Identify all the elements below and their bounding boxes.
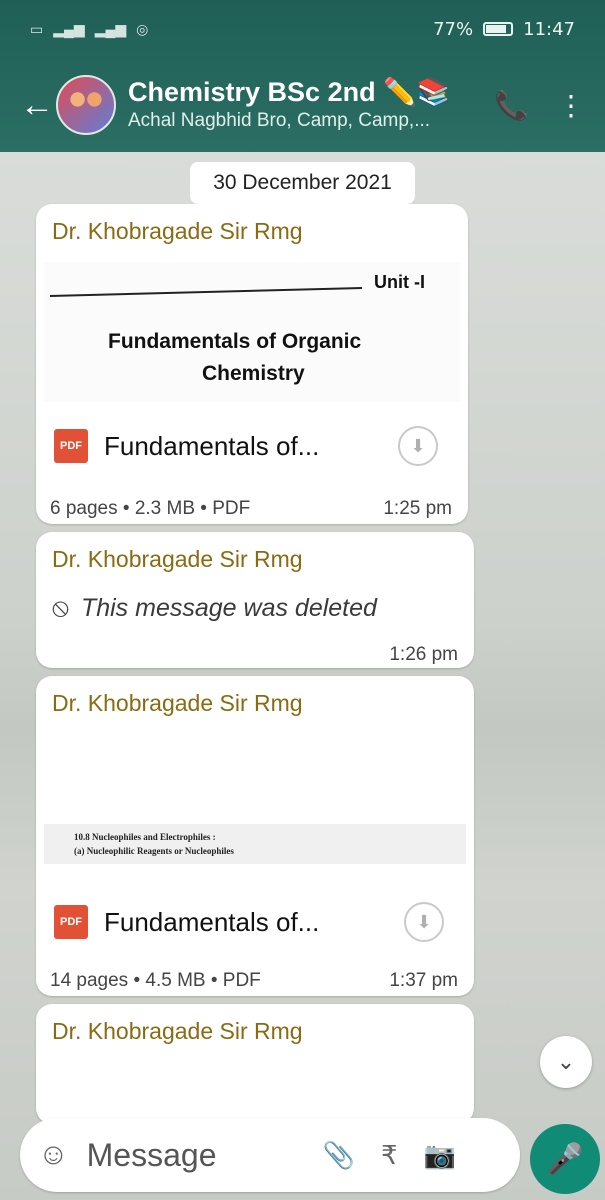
preview-line-3: Chemistry bbox=[202, 362, 305, 385]
document-row[interactable]: PDF Fundamentals of... ⬇ bbox=[54, 426, 438, 466]
more-options-icon[interactable]: ⋮ bbox=[557, 89, 585, 122]
deleted-text: This message was deleted bbox=[80, 593, 377, 622]
prohibited-icon: ⦸ bbox=[52, 592, 69, 622]
attach-icon[interactable]: 📎 bbox=[323, 1140, 355, 1171]
status-right: 77% 11:47 bbox=[433, 19, 575, 40]
message-input[interactable] bbox=[86, 1136, 297, 1174]
message-sender: Dr. Khobragade Sir Rmg bbox=[52, 218, 303, 244]
document-preview[interactable]: 10.8 Nucleophiles and Electrophiles : (a… bbox=[44, 734, 466, 874]
document-row[interactable]: PDF Fundamentals of... ⬇ bbox=[54, 902, 444, 942]
download-icon[interactable]: ⬇ bbox=[398, 426, 438, 466]
preview-page: Unit -I Fundamentals of Organic Chemistr… bbox=[49, 272, 425, 385]
chat-area[interactable]: 30 December 2021 Dr. Khobragade Sir Rmg … bbox=[0, 152, 605, 1200]
preview-line-2: Fundamentals of Organic bbox=[108, 330, 362, 353]
chat-title: Chemistry BSc 2nd ✏️📚 bbox=[128, 76, 466, 108]
volte-icon: ▭ bbox=[30, 20, 44, 37]
chat-title-text: Chemistry BSc 2nd bbox=[128, 77, 376, 107]
screen: ▭ ▂▄▆ ▂▄▆ ◎ 77% 11:47 ← Chemistry BSc 2n… bbox=[0, 0, 605, 1200]
battery-percent: 77% bbox=[433, 18, 474, 40]
download-icon[interactable]: ⬇ bbox=[404, 902, 444, 942]
message-bubble[interactable]: Dr. Khobragade Sir Rmg bbox=[36, 1004, 474, 1124]
status-bar: ▭ ▂▄▆ ▂▄▆ ◎ 77% 11:47 bbox=[0, 0, 605, 58]
message-time: 1:25 pm bbox=[383, 498, 452, 519]
document-name: Fundamentals of... bbox=[104, 906, 320, 937]
pdf-icon: PDF bbox=[54, 905, 88, 939]
preview-line-1: Unit -I bbox=[374, 272, 425, 292]
group-avatar[interactable] bbox=[56, 75, 116, 135]
camera-icon[interactable]: 📷 bbox=[424, 1140, 456, 1171]
document-meta: 14 pages • 4.5 MB • PDF 1:37 pm bbox=[50, 970, 458, 992]
preview-line-2: (a) Nucleophilic Reagents or Nucleophile… bbox=[74, 846, 234, 856]
message-bubble[interactable]: Dr. Khobragade Sir Rmg 10.8 Nucleophiles… bbox=[36, 676, 474, 996]
mic-icon: 🎤 bbox=[546, 1142, 584, 1176]
message-bubble[interactable]: Dr. Khobragade Sir Rmg Unit -I Fundament… bbox=[36, 204, 468, 524]
message-bubble[interactable]: Dr. Khobragade Sir Rmg ⦸ This message wa… bbox=[36, 532, 474, 668]
payment-icon[interactable]: ₹ bbox=[381, 1140, 398, 1171]
scroll-to-bottom-button[interactable]: ⌄ bbox=[540, 1036, 592, 1088]
double-chevron-down-icon: ⌄ bbox=[556, 1049, 576, 1074]
top-bar: ▭ ▂▄▆ ▂▄▆ ◎ 77% 11:47 ← Chemistry BSc 2n… bbox=[0, 0, 605, 152]
signal-icon-2: ▂▄▆ bbox=[94, 20, 127, 37]
message-sender: Dr. Khobragade Sir Rmg bbox=[52, 690, 303, 716]
emoji-icon[interactable]: ☺ bbox=[38, 1138, 69, 1172]
add-call-icon[interactable]: 📞 bbox=[494, 89, 529, 122]
document-meta: 6 pages • 2.3 MB • PDF 1:25 pm bbox=[50, 498, 452, 520]
chat-title-emoji: ✏️📚 bbox=[383, 77, 451, 107]
preview-line-1: 10.8 Nucleophiles and Electrophiles : bbox=[74, 832, 216, 842]
document-details: 6 pages • 2.3 MB • PDF bbox=[50, 498, 251, 519]
message-sender: Dr. Khobragade Sir Rmg bbox=[52, 546, 303, 572]
battery-icon bbox=[483, 22, 514, 36]
message-composer: ☺ 📎 ₹ 📷 bbox=[20, 1118, 520, 1192]
signal-icon: ▂▄▆ bbox=[53, 20, 85, 37]
chat-header: ← Chemistry BSc 2nd ✏️📚 Achal Nagbhid Br… bbox=[0, 58, 605, 152]
document-details: 14 pages • 4.5 MB • PDF bbox=[50, 970, 261, 991]
deleted-message: ⦸ This message was deleted bbox=[52, 592, 377, 624]
document-preview[interactable]: Unit -I Fundamentals of Organic Chemistr… bbox=[44, 262, 460, 402]
date-chip: 30 December 2021 bbox=[190, 162, 415, 204]
pdf-icon: PDF bbox=[54, 429, 88, 463]
chat-subtitle: Achal Nagbhid Bro, Camp, Camp,... bbox=[128, 110, 431, 131]
chat-title-area[interactable]: Chemistry BSc 2nd ✏️📚 Achal Nagbhid Bro,… bbox=[128, 76, 466, 134]
clock: 11:47 bbox=[523, 18, 575, 40]
back-arrow-icon[interactable]: ← bbox=[20, 86, 54, 125]
message-sender: Dr. Khobragade Sir Rmg bbox=[52, 1018, 303, 1044]
message-time: 1:26 pm bbox=[389, 644, 458, 665]
message-time: 1:37 pm bbox=[389, 970, 458, 991]
preview-page: 10.8 Nucleophiles and Electrophiles : (a… bbox=[44, 824, 466, 864]
mic-button[interactable]: 🎤 bbox=[530, 1124, 600, 1194]
status-left: ▭ ▂▄▆ ▂▄▆ ◎ bbox=[30, 21, 148, 38]
hotspot-icon: ◎ bbox=[136, 20, 149, 37]
document-name: Fundamentals of... bbox=[104, 430, 320, 461]
